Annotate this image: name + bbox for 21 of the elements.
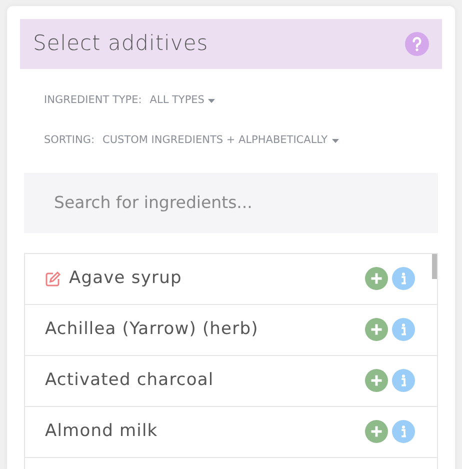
- search-field[interactable]: Search for ingredients...: [24, 172, 438, 232]
- ingredient-name[interactable]: Almond milk: [45, 418, 158, 444]
- ingredient-name[interactable]: Activated charcoal: [45, 368, 214, 394]
- add-icon[interactable]: [365, 420, 388, 443]
- info-icon[interactable]: [392, 318, 415, 341]
- ingredient-name[interactable]: Agave syrup: [69, 266, 182, 292]
- filter-label: INGREDIENT TYPE:: [44, 93, 142, 108]
- caret-icon: [332, 138, 339, 143]
- panel-title: Select additives: [33, 30, 208, 58]
- add-icon[interactable]: [365, 318, 388, 341]
- help-icon[interactable]: [405, 32, 429, 56]
- add-icon[interactable]: [365, 267, 388, 290]
- caret-icon: [208, 98, 216, 103]
- edit-icon[interactable]: [45, 270, 61, 286]
- info-icon[interactable]: [392, 420, 415, 443]
- info-icon[interactable]: [392, 369, 415, 392]
- scrollbar[interactable]: [432, 254, 437, 278]
- info-icon[interactable]: [392, 267, 415, 290]
- ingredient-name[interactable]: Achillea (Yarrow) (herb): [45, 316, 258, 342]
- add-icon[interactable]: [365, 369, 388, 392]
- filter-label: SORTING:: [44, 132, 95, 148]
